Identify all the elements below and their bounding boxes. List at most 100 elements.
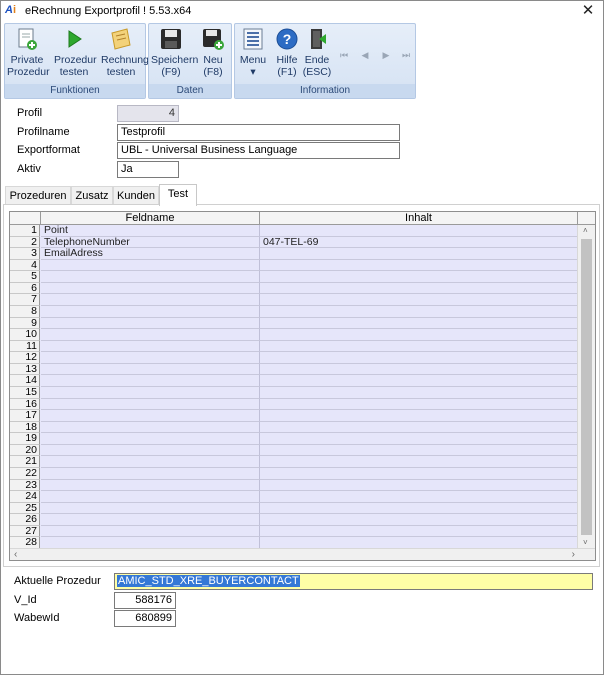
cell-feldname[interactable]: Point — [41, 225, 260, 237]
cell-feldname[interactable] — [41, 514, 260, 526]
table-row[interactable]: 7 — [10, 294, 578, 306]
row-number[interactable]: 22 — [10, 468, 40, 480]
table-row[interactable]: 5 — [10, 271, 578, 283]
cell-inhalt[interactable] — [260, 386, 578, 399]
cell-feldname[interactable] — [41, 271, 260, 283]
exportformat-field[interactable]: UBL - Universal Business Language — [117, 142, 400, 159]
profilname-field[interactable]: Testprofil — [117, 124, 400, 141]
table-row[interactable]: 6 — [10, 282, 578, 295]
rechnung-testen-button[interactable]: Rechnung testen — [101, 27, 149, 81]
table-row[interactable]: 4 — [10, 259, 578, 272]
wabewid-field[interactable]: 680899 — [114, 610, 176, 627]
table-row[interactable]: 27 — [10, 525, 578, 538]
cell-feldname[interactable] — [41, 444, 260, 457]
table-row[interactable]: 12 — [10, 352, 578, 364]
row-number[interactable]: 17 — [10, 410, 40, 422]
cell-inhalt[interactable] — [260, 514, 578, 526]
ende-button[interactable]: Ende (ESC) — [299, 27, 335, 81]
row-number[interactable]: 24 — [10, 491, 40, 503]
cell-inhalt[interactable] — [260, 467, 578, 480]
table-row[interactable]: 14 — [10, 375, 578, 387]
aktuelle-prozedur-field[interactable]: AMIC_STD_XRE_BUYERCONTACT — [114, 573, 593, 590]
cell-feldname[interactable] — [41, 479, 260, 492]
row-number[interactable]: 1 — [10, 225, 40, 237]
cell-feldname[interactable] — [41, 294, 260, 306]
cell-inhalt[interactable] — [260, 271, 578, 283]
scroll-left-icon[interactable]: ‹ — [14, 550, 17, 560]
table-row[interactable]: 16 — [10, 398, 578, 411]
cell-inhalt[interactable] — [260, 375, 578, 387]
row-number[interactable]: 3 — [10, 248, 40, 260]
aktiv-field[interactable]: Ja — [117, 161, 179, 178]
v-id-field[interactable]: 588176 — [114, 592, 176, 609]
table-row[interactable]: 2 TelephoneNumber 047-TEL-69 — [10, 236, 578, 249]
cell-inhalt[interactable] — [260, 259, 578, 272]
table-row[interactable]: 10 — [10, 329, 578, 341]
table-row[interactable]: 26 — [10, 514, 578, 526]
cell-feldname[interactable] — [41, 525, 260, 538]
table-row[interactable]: 17 — [10, 410, 578, 422]
table-row[interactable]: 19 — [10, 433, 578, 445]
row-number[interactable]: 15 — [10, 387, 40, 399]
table-row[interactable]: 3 EmailAdress — [10, 248, 578, 260]
cell-inhalt[interactable] — [260, 282, 578, 295]
cell-feldname[interactable] — [41, 386, 260, 399]
nav-first-icon[interactable]: ⏮ — [339, 50, 349, 60]
cell-feldname[interactable] — [41, 305, 260, 318]
cell-feldname[interactable] — [41, 421, 260, 434]
cell-feldname[interactable]: TelephoneNumber — [41, 236, 260, 249]
table-row[interactable]: 18 — [10, 421, 578, 434]
table-row[interactable]: 23 — [10, 479, 578, 492]
table-row[interactable]: 15 — [10, 386, 578, 399]
table-row[interactable]: 22 — [10, 467, 578, 480]
cell-inhalt[interactable]: 047-TEL-69 — [260, 236, 578, 249]
row-number[interactable]: 8 — [10, 306, 40, 318]
cell-feldname[interactable] — [41, 456, 260, 468]
cell-inhalt[interactable] — [260, 410, 578, 422]
cell-inhalt[interactable] — [260, 225, 578, 237]
vertical-scroll-thumb[interactable] — [581, 239, 592, 535]
column-header-feldname[interactable]: Feldname — [41, 212, 260, 225]
cell-feldname[interactable] — [41, 352, 260, 364]
tab-test[interactable]: Test — [159, 184, 197, 206]
cell-inhalt[interactable] — [260, 479, 578, 492]
cell-inhalt[interactable] — [260, 433, 578, 445]
tab-kunden[interactable]: Kunden — [113, 186, 159, 205]
cell-feldname[interactable] — [41, 282, 260, 295]
cell-feldname[interactable] — [41, 329, 260, 341]
cell-inhalt[interactable] — [260, 248, 578, 260]
table-row[interactable]: 20 — [10, 444, 578, 457]
neu-button[interactable]: Neu (F8) — [193, 27, 233, 81]
menu-button[interactable]: Menu ▾ — [235, 27, 271, 81]
prozedur-testen-button[interactable]: Prozedur testen — [54, 27, 97, 81]
cell-feldname[interactable] — [41, 398, 260, 411]
table-row[interactable]: 8 — [10, 305, 578, 318]
table-row[interactable]: 21 — [10, 456, 578, 468]
table-row[interactable]: 1 Point — [10, 225, 578, 237]
scroll-down-icon[interactable]: ˅ — [583, 538, 588, 548]
horizontal-scrollbar[interactable]: ‹ › — [10, 548, 595, 560]
cell-feldname[interactable] — [41, 375, 260, 387]
tab-zusatz[interactable]: Zusatz — [71, 186, 113, 205]
table-row[interactable]: 24 — [10, 491, 578, 503]
cell-inhalt[interactable] — [260, 456, 578, 468]
cell-inhalt[interactable] — [260, 317, 578, 330]
cell-inhalt[interactable] — [260, 363, 578, 376]
cell-inhalt[interactable] — [260, 329, 578, 341]
tab-prozeduren[interactable]: Prozeduren — [5, 186, 71, 205]
cell-feldname[interactable]: EmailAdress — [41, 248, 260, 260]
cell-feldname[interactable] — [41, 340, 260, 353]
nav-last-icon[interactable]: ⏭ — [401, 50, 411, 60]
table-row[interactable]: 9 — [10, 317, 578, 330]
speichern-button[interactable]: Speichern (F9) — [151, 27, 198, 81]
nav-previous-icon[interactable]: ◀ — [360, 50, 370, 60]
cell-inhalt[interactable] — [260, 491, 578, 503]
column-header-inhalt[interactable]: Inhalt — [260, 212, 578, 225]
scroll-up-icon[interactable]: ˄ — [583, 226, 588, 236]
cell-feldname[interactable] — [41, 259, 260, 272]
private-prozedur-button[interactable]: Private Prozedur — [7, 27, 50, 81]
cell-feldname[interactable] — [41, 502, 260, 515]
cell-feldname[interactable] — [41, 433, 260, 445]
cell-feldname[interactable] — [41, 467, 260, 480]
table-row[interactable]: 13 — [10, 363, 578, 376]
